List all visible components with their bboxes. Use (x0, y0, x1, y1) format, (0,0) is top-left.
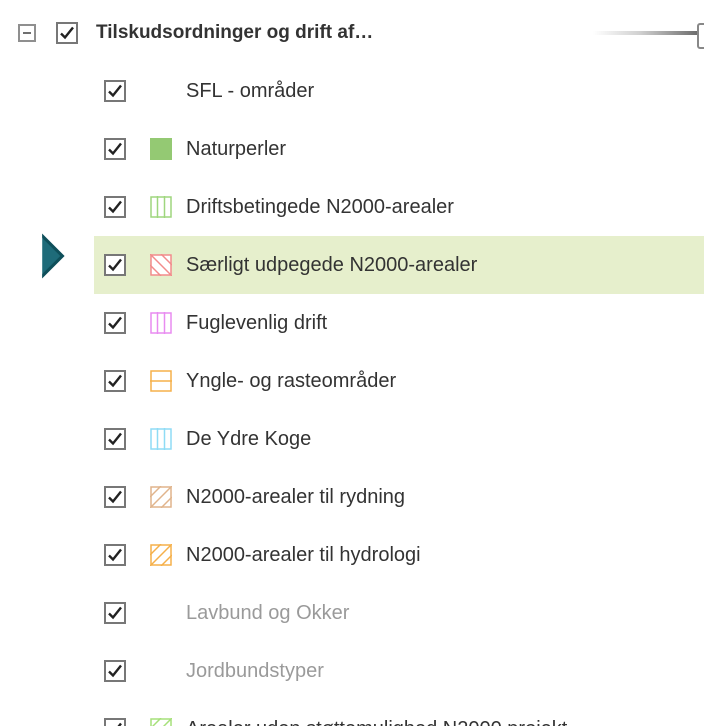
layer-label[interactable]: Yngle- og rasteområder (186, 370, 396, 393)
layer-checkbox[interactable] (104, 138, 126, 160)
layer-row[interactable]: Yngle- og rasteområder (94, 352, 704, 410)
layer-row[interactable]: Naturperler (94, 120, 704, 178)
pointer-arrow-icon (0, 207, 64, 306)
legend-swatch-icon (150, 80, 172, 102)
layer-row[interactable]: Fuglevenlig drift (94, 294, 704, 352)
layer-checkbox[interactable] (104, 428, 126, 450)
layer-label[interactable]: Jordbundstyper (186, 660, 324, 683)
checkmark-icon (108, 374, 122, 388)
layer-row[interactable]: SFL - områder (94, 62, 704, 120)
legend-swatch-icon (149, 253, 173, 277)
layer-row[interactable]: N2000-arealer til rydning (94, 468, 704, 526)
layer-checkbox[interactable] (104, 196, 126, 218)
layer-checkbox[interactable] (104, 312, 126, 334)
legend-swatch-icon (150, 602, 172, 624)
layer-row[interactable]: Driftsbetingede N2000-arealer (94, 178, 704, 236)
checkmark-icon (108, 664, 122, 678)
checkmark-icon (60, 26, 74, 40)
legend-swatch-icon (150, 428, 172, 450)
legend-swatch-icon (149, 543, 173, 567)
layer-checkbox[interactable] (104, 370, 126, 392)
legend-swatch-icon (150, 312, 172, 334)
legend-swatch-icon (150, 370, 172, 392)
checkmark-icon (108, 490, 122, 504)
layer-checkbox[interactable] (104, 254, 126, 276)
layer-label[interactable]: Fuglevenlig drift (186, 312, 327, 335)
layer-label[interactable]: Driftsbetingede N2000-arealer (186, 196, 454, 219)
layer-row[interactable]: N2000-arealer til hydrologi (94, 526, 704, 584)
collapse-icon[interactable] (18, 24, 36, 42)
layer-row[interactable]: Jordbundstyper (94, 642, 704, 700)
legend-swatch-icon (150, 717, 173, 726)
legend-swatch-icon (150, 196, 172, 218)
layer-label[interactable]: SFL - områder (186, 80, 314, 103)
opacity-slider-track[interactable] (593, 31, 704, 35)
checkmark-icon (108, 84, 122, 98)
group-title[interactable]: Tilskudsordninger og drift af… (96, 22, 373, 44)
layer-row[interactable]: De Ydre Koge (94, 410, 704, 468)
group-header: Tilskudsordninger og drift af… (18, 16, 704, 50)
layer-row[interactable]: Arealer uden støttemulighed N2000 projek… (94, 700, 704, 726)
checkmark-icon (108, 200, 122, 214)
layer-label[interactable]: Lavbund og Okker (186, 602, 349, 625)
layer-row[interactable]: Særligt udpegede N2000-arealer (94, 236, 704, 294)
layer-checkbox[interactable] (104, 486, 126, 508)
checkmark-icon (108, 606, 122, 620)
layer-label[interactable]: De Ydre Koge (186, 428, 311, 451)
layer-label[interactable]: N2000-arealer til rydning (186, 486, 405, 509)
layer-panel: Tilskudsordninger og drift af… SFL - omr… (0, 0, 704, 726)
layer-row[interactable]: Lavbund og Okker (94, 584, 704, 642)
layer-label[interactable]: N2000-arealer til hydrologi (186, 544, 421, 567)
legend-swatch-icon (150, 660, 172, 682)
checkmark-icon (108, 316, 122, 330)
layer-checkbox[interactable] (104, 718, 126, 726)
group-checkbox[interactable] (56, 22, 78, 44)
layer-checkbox[interactable] (104, 602, 126, 624)
layer-checkbox[interactable] (104, 544, 126, 566)
layer-label[interactable]: Arealer uden støttemulighed N2000 projek… (186, 718, 567, 726)
legend-swatch-icon (149, 485, 173, 509)
opacity-slider-handle[interactable] (697, 23, 704, 49)
checkmark-icon (108, 548, 122, 562)
checkmark-icon (108, 142, 122, 156)
checkmark-icon (108, 258, 122, 272)
layer-checkbox[interactable] (104, 80, 126, 102)
checkmark-icon (117, 722, 122, 726)
layer-label[interactable]: Naturperler (186, 138, 286, 161)
legend-swatch-icon (150, 138, 172, 160)
checkmark-icon (108, 432, 122, 446)
layer-checkbox[interactable] (104, 660, 126, 682)
layer-label[interactable]: Særligt udpegede N2000-arealer (186, 254, 477, 277)
layer-list: SFL - områder Naturperler Driftsbetingede… (94, 62, 704, 726)
